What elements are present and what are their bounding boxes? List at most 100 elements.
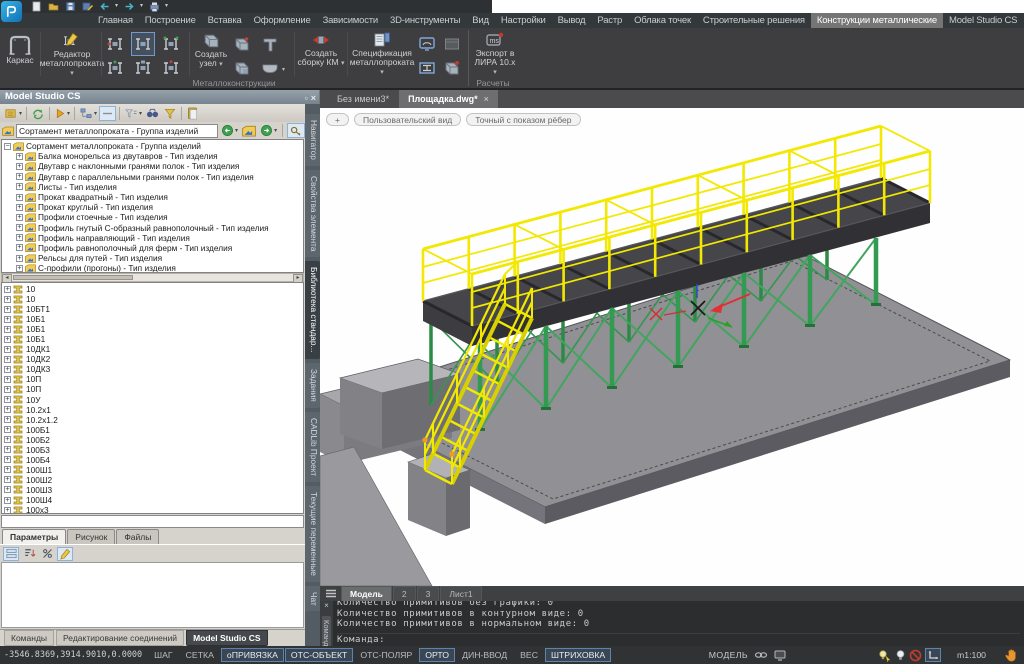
pan-hand-icon[interactable]: [1004, 648, 1018, 662]
library-tree[interactable]: Сортамент металлопроката - Группа издели…: [1, 139, 304, 273]
tree-hscrollbar[interactable]: ◂▸: [1, 273, 304, 282]
status-toggle[interactable]: ВЕС: [514, 648, 544, 662]
key-search-button[interactable]: [287, 123, 305, 138]
expand-icon[interactable]: [4, 286, 11, 293]
viewport-control-pill[interactable]: Точный с показом рёбер: [466, 113, 580, 126]
profiles-filter-input[interactable]: [1, 515, 304, 528]
link-icon[interactable]: [754, 650, 768, 660]
redo-dropdown-icon[interactable]: ▾: [140, 1, 143, 12]
run-icon[interactable]: ▾: [53, 106, 71, 121]
monitor-icon[interactable]: [774, 650, 786, 661]
expand-icon[interactable]: [16, 163, 23, 170]
profile-row[interactable]: 10ДК2: [2, 354, 303, 364]
status-toggle[interactable]: СЕТКА: [180, 648, 220, 662]
profile-row[interactable]: 10: [2, 284, 303, 294]
no-highlight-icon[interactable]: [909, 649, 922, 662]
command-prompt[interactable]: Команда:: [337, 633, 1020, 645]
console-close-icon[interactable]: ×: [324, 602, 329, 610]
side-tab[interactable]: Задания: [305, 363, 320, 408]
side-tab[interactable]: Свойства элемента: [305, 170, 320, 257]
shoe-dropdown-icon[interactable]: ▾: [282, 66, 285, 73]
status-toggle[interactable]: ОТС-ПОЛЯР: [354, 648, 418, 662]
tree-item-row[interactable]: Профиль гнутый С-образный равнополочный …: [14, 223, 303, 233]
expand-icon[interactable]: [16, 265, 23, 272]
profile-row[interactable]: 10У: [2, 395, 303, 405]
ribbon-tab[interactable]: Зависимости: [317, 13, 384, 28]
profile-row[interactable]: 10Б1: [2, 324, 303, 334]
paste-icon[interactable]: [185, 106, 200, 121]
frame-button[interactable]: Каркас: [2, 31, 38, 78]
expand-icon[interactable]: [4, 446, 11, 453]
open-file-icon[interactable]: [47, 1, 59, 12]
expand-icon[interactable]: [4, 336, 11, 343]
expand-icon[interactable]: [4, 436, 11, 443]
expand-icon[interactable]: [4, 326, 11, 333]
status-toggle[interactable]: ОТС-ОБЪЕКТ: [285, 648, 353, 662]
tee-plate-icon[interactable]: [259, 33, 281, 55]
ribbon-tab[interactable]: 3D-инструменты: [384, 13, 466, 28]
status-toggle[interactable]: ОРТО: [419, 648, 455, 662]
palette-close-icon[interactable]: ×: [311, 91, 316, 105]
library-path-input[interactable]: [16, 124, 218, 138]
view-model-icon[interactable]: [416, 33, 438, 55]
create-node-button[interactable]: Создать узел ▾: [191, 31, 231, 78]
tree-root-row[interactable]: Сортамент металлопроката - Группа издели…: [2, 141, 303, 151]
sort-az-icon[interactable]: [21, 547, 37, 561]
go-fwd-orb-icon[interactable]: ▾: [259, 123, 278, 138]
filter-funnel-icon[interactable]: [162, 106, 178, 121]
side-tab[interactable]: Чат: [305, 586, 320, 612]
beam-join-1-icon[interactable]: [104, 33, 126, 55]
flat-view-button[interactable]: [99, 106, 116, 121]
palette-tab[interactable]: Файлы: [116, 529, 159, 544]
tree-item-row[interactable]: Прокат квадратный - Тип изделия: [14, 192, 303, 202]
undo-dropdown-icon[interactable]: ▾: [115, 1, 118, 12]
find-icon[interactable]: [144, 106, 161, 121]
side-tab[interactable]: Библиотека стандар...: [305, 261, 320, 358]
profile-row[interactable]: 10БТ1: [2, 304, 303, 314]
ribbon-tab[interactable]: Вид: [466, 13, 495, 28]
export-lira-button[interactable]: ms Экспорт в ЛИРА 10.x ▾: [472, 31, 518, 78]
3d-viewport[interactable]: [320, 108, 1024, 586]
expand-icon[interactable]: [16, 204, 23, 211]
tree-item-row[interactable]: Двутавр с наклонными гранями полок - Тип…: [14, 161, 303, 171]
ribbon-tab[interactable]: Вывод: [552, 13, 592, 28]
tree-item-row[interactable]: С-профили (прогоны) - Тип изделия: [14, 263, 303, 273]
profile-row[interactable]: 100Ш4: [2, 495, 303, 505]
tree-item-row[interactable]: Листы - Тип изделия: [14, 182, 303, 192]
profiles-list[interactable]: 10 10 10БТ1 10Б1: [1, 282, 304, 514]
profile-row[interactable]: 10ДК3: [2, 364, 303, 374]
ribbon-tab[interactable]: Построение: [139, 13, 202, 28]
expand-icon[interactable]: [16, 214, 23, 221]
profile-row[interactable]: 10П: [2, 384, 303, 394]
tree-item-row[interactable]: Профиль равнополочный для ферм - Тип изд…: [14, 243, 303, 253]
ribbon-tab[interactable]: Строительные решения: [697, 13, 811, 28]
beam-join-6-icon[interactable]: [160, 57, 182, 79]
new-file-icon[interactable]: [30, 1, 42, 12]
expand-icon[interactable]: [4, 306, 11, 313]
metal-editor-button[interactable]: Редактор металлопроката ▾: [43, 31, 101, 78]
profile-row[interactable]: 100Ш2: [2, 475, 303, 485]
dock-tab[interactable]: Редактирование соединений: [56, 630, 184, 646]
save-as-icon[interactable]: [81, 1, 93, 12]
beam-join-5-icon[interactable]: [132, 57, 154, 79]
expand-icon[interactable]: [16, 194, 23, 201]
profile-row[interactable]: 10Б1: [2, 314, 303, 324]
model-space-label[interactable]: МОДЕЛЬ: [709, 650, 748, 660]
expand-icon[interactable]: [4, 476, 11, 483]
expand-icon[interactable]: [4, 426, 11, 433]
beam-box-icon[interactable]: [416, 57, 438, 79]
create-km-assembly-button[interactable]: Создать сборку КМ ▾: [297, 31, 345, 78]
ribbon-tab[interactable]: Конструкции металлические: [811, 13, 943, 28]
viewport-control-pill[interactable]: +: [326, 113, 349, 126]
expand-icon[interactable]: [4, 346, 11, 353]
ucs-icon-toggle[interactable]: [925, 648, 941, 662]
palette-tab[interactable]: Параметры: [2, 529, 66, 544]
profile-row[interactable]: 10.2x1: [2, 405, 303, 415]
expand-icon[interactable]: [4, 356, 11, 363]
expand-icon[interactable]: [16, 153, 23, 160]
document-tab[interactable]: Без имени3*: [328, 90, 398, 108]
expand-icon[interactable]: [4, 366, 11, 373]
ribbon-tab[interactable]: Растр: [591, 13, 628, 28]
expand-icon[interactable]: [16, 224, 23, 231]
layout-tab[interactable]: Модель: [341, 586, 392, 601]
